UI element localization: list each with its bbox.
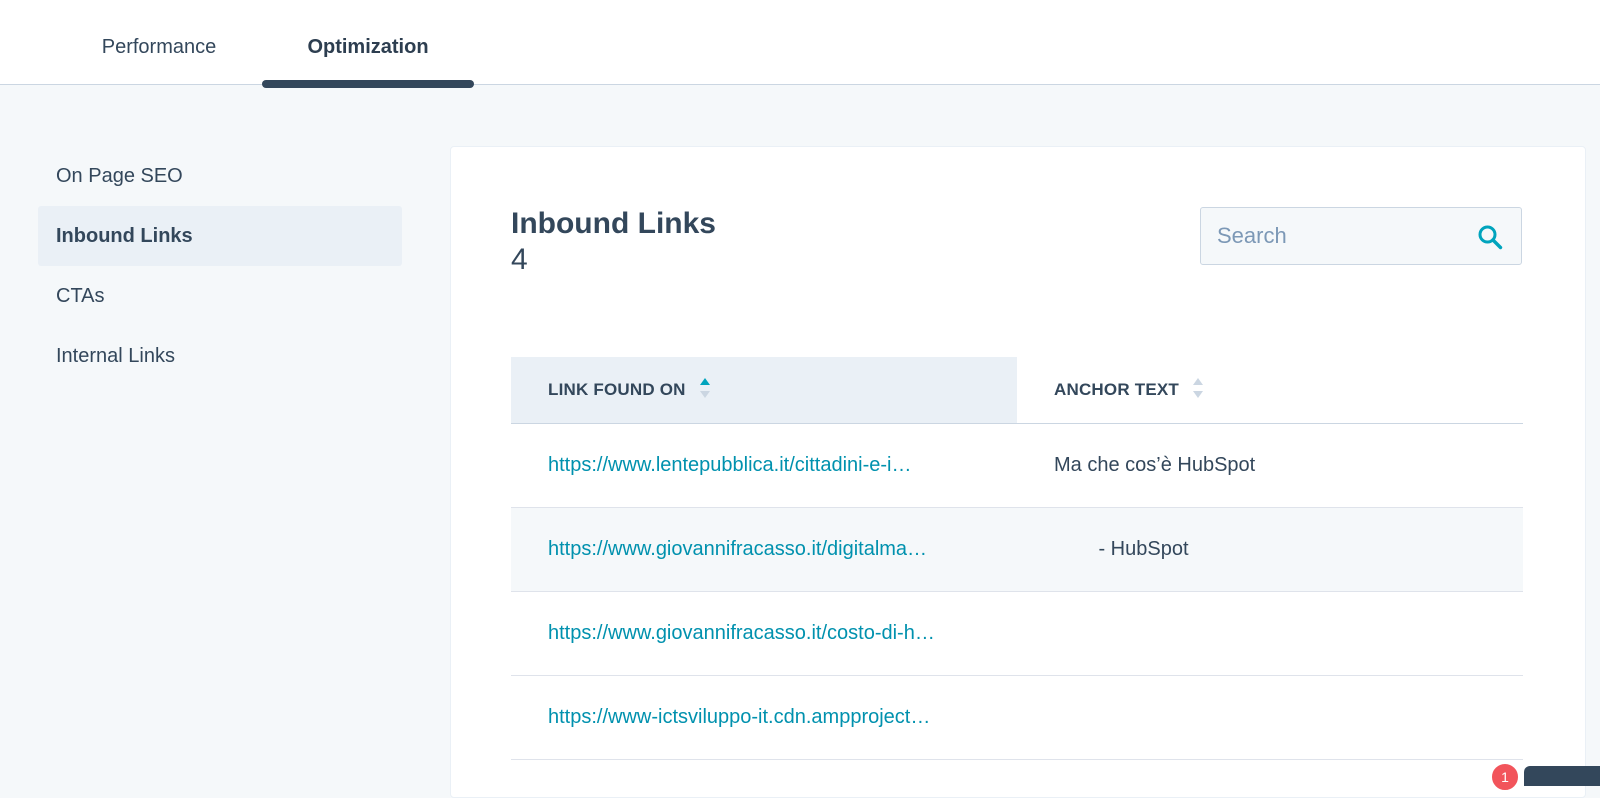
- sidebar-nav: On Page SEO Inbound Links CTAs Internal …: [38, 146, 402, 386]
- column-header-label: ANCHOR TEXT: [1054, 380, 1179, 399]
- sidebar-item-inbound-links[interactable]: Inbound Links: [38, 206, 402, 266]
- link-found-on-url[interactable]: https://www.giovannifracasso.it/costo-di…: [548, 592, 988, 675]
- column-header-label: LINK FOUND ON: [548, 380, 686, 399]
- column-header-anchor-text[interactable]: ANCHOR TEXT: [1017, 357, 1523, 423]
- inbound-links-card: Inbound Links 4 LINK FOUND ON ANCHOR TEX…: [450, 146, 1586, 798]
- notification-badge: 1: [1490, 762, 1520, 792]
- sort-ascending-icon: [699, 377, 710, 398]
- sort-icon: [1192, 377, 1203, 398]
- anchor-text: [1054, 676, 1494, 759]
- sidebar-item-internal-links[interactable]: Internal Links: [38, 326, 402, 386]
- search-icon[interactable]: [1477, 224, 1503, 250]
- search-box: [1200, 207, 1522, 265]
- table-row: https://www.giovannifracasso.it/digitalm…: [511, 508, 1523, 592]
- page-title: Inbound Links: [511, 207, 716, 240]
- anchor-text: [1054, 592, 1494, 675]
- link-found-on-url[interactable]: https://www.giovannifracasso.it/digitalm…: [548, 508, 988, 591]
- tab-performance[interactable]: Performance: [60, 0, 258, 84]
- sidebar-item-ctas[interactable]: CTAs: [38, 266, 402, 326]
- anchor-text: - HubSpot: [1054, 538, 1189, 560]
- anchor-text: Ma che cos’è HubSpot: [1054, 454, 1256, 476]
- top-tab-bar: Performance Optimization: [0, 0, 1600, 88]
- column-header-link-found-on[interactable]: LINK FOUND ON: [511, 357, 1017, 423]
- table-row: https://www.lentepubblica.it/cittadini-e…: [511, 424, 1523, 508]
- link-found-on-url[interactable]: https://www-ictsviluppo-it.cdn.ampprojec…: [548, 676, 988, 759]
- tab-optimization[interactable]: Optimization: [262, 0, 474, 84]
- chat-widget-button[interactable]: [1524, 766, 1600, 786]
- links-count: 4: [511, 243, 528, 276]
- link-found-on-url[interactable]: https://www.lentepubblica.it/cittadini-e…: [548, 424, 988, 507]
- sidebar-item-on-page-seo[interactable]: On Page SEO: [38, 146, 402, 206]
- search-input[interactable]: [1201, 208, 1471, 264]
- table-row: https://www-ictsviluppo-it.cdn.ampprojec…: [511, 676, 1523, 760]
- active-tab-indicator: [262, 80, 474, 88]
- table-header: LINK FOUND ON ANCHOR TEXT: [511, 357, 1523, 424]
- inbound-links-table: LINK FOUND ON ANCHOR TEXT https://www.le…: [511, 357, 1523, 760]
- table-row: https://www.giovannifracasso.it/costo-di…: [511, 592, 1523, 676]
